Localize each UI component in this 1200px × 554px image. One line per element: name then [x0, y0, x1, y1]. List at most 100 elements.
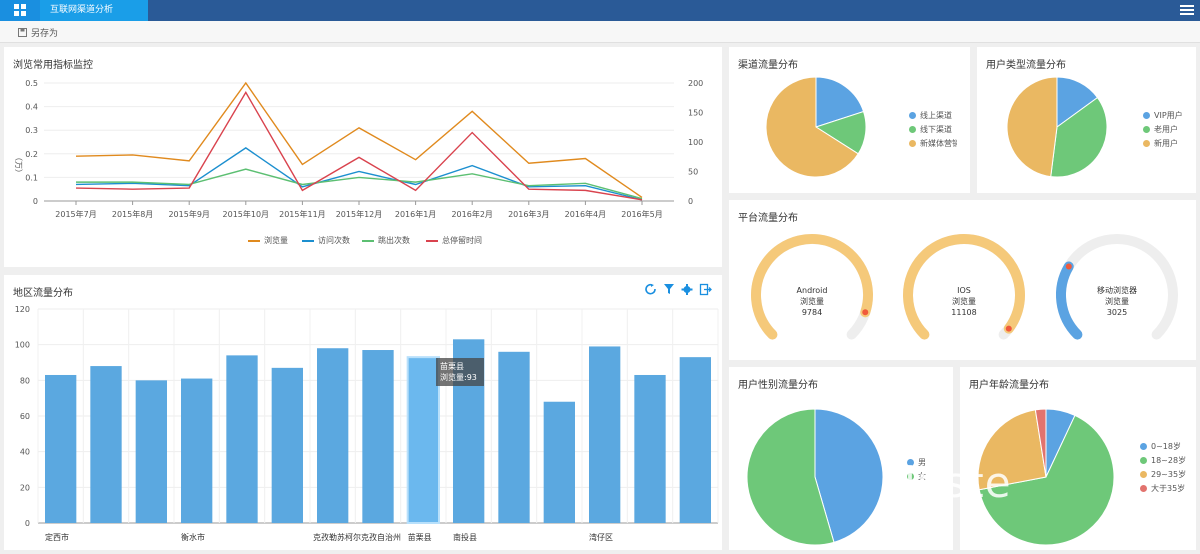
legend-item[interactable]: VIP用户 — [1143, 110, 1183, 121]
legend-dot — [909, 126, 916, 133]
legend-item[interactable]: 访问次数 — [302, 235, 350, 246]
x-tick-label: 2016年1月 — [395, 209, 436, 219]
x-tick-label: 2016年4月 — [565, 209, 606, 219]
legend-dot — [1140, 443, 1147, 450]
legend-label: 新用户 — [1154, 139, 1178, 148]
legend-label: 总停留时间 — [442, 236, 482, 245]
series-line — [75, 147, 643, 201]
legend-dot — [1140, 457, 1147, 464]
tooltip-value: 浏览量:93 — [440, 373, 477, 382]
y-tick-label: 100 — [15, 341, 30, 350]
bar — [589, 346, 621, 523]
legend-item[interactable]: 总停留时间 — [426, 235, 482, 246]
y2-tick-label: 150 — [688, 109, 703, 118]
y-tick-label: 0.1 — [25, 173, 38, 182]
x-tick-label: 2015年11月 — [279, 209, 326, 219]
x-tick-label: 2015年7月 — [55, 209, 96, 219]
bar-tooltip: 苗栗县 浏览量:93 — [436, 358, 484, 386]
hamburger-menu-icon[interactable] — [1180, 4, 1194, 16]
legend-label: VIP用户 — [1154, 111, 1183, 120]
x-tick-label: 2015年9月 — [168, 209, 209, 219]
gauge-name: IOS — [957, 286, 971, 295]
x-tick-label: 定西市 — [45, 532, 69, 542]
bar — [634, 374, 666, 523]
y2-tick-label: 200 — [688, 79, 703, 88]
gauge-label: 浏览量 — [800, 296, 824, 306]
x-tick-label: 2016年3月 — [508, 209, 549, 219]
toolbar: 另存为 — [0, 21, 1200, 43]
tab-channel-analysis[interactable]: 互联网渠道分析 — [40, 0, 148, 21]
legend-dot — [1140, 471, 1147, 478]
y-tick-label: 0 — [25, 519, 30, 528]
bar — [181, 378, 213, 523]
bar — [317, 348, 349, 523]
series-line — [75, 81, 643, 199]
platform-gauge-panel: 平台流量分布 Android 浏览量 9784 IOS 浏览量 11108 移动浏览器 浏览量… — [729, 200, 1196, 360]
x-tick-label: 2015年12月 — [336, 209, 383, 219]
x-tick-label: 南投县 — [453, 532, 477, 542]
bar — [498, 351, 530, 523]
legend-item[interactable]: 0~18岁 — [1140, 441, 1181, 452]
bar — [679, 357, 711, 523]
x-tick-label: 克孜勒苏柯尔克孜自治州 — [313, 532, 401, 542]
legend-dot — [1143, 112, 1150, 119]
line-chart-panel: 浏览常用指标监控 0 0.1 0.2 0.3 0.4 0.5 0 50 100 150 200 （万）… — [4, 47, 722, 267]
legend-label: 新媒体营销 — [920, 139, 957, 148]
gauge-name: 移动浏览器 — [1097, 285, 1137, 295]
legend-label: 18~28岁 — [1151, 456, 1187, 465]
gauge-label: 浏览量 — [1105, 296, 1129, 306]
y2-tick-label: 50 — [688, 168, 698, 177]
channel-pie-panel: 渠道流量分布 线上渠道 线下渠道 新媒体营销 — [729, 47, 970, 193]
legend-item[interactable]: 大于35岁 — [1140, 483, 1185, 494]
gauge-name: Android — [797, 286, 828, 295]
gauge-fill — [1056, 261, 1083, 340]
series-line — [76, 168, 643, 200]
legend-item[interactable]: 老用户 — [1143, 124, 1178, 135]
gauge-value: 3025 — [1107, 308, 1127, 317]
legend-swatch — [426, 239, 438, 242]
y-tick-label: 40 — [20, 448, 30, 457]
legend-item[interactable]: 跳出次数 — [362, 235, 410, 246]
usertype-pie-panel: 用户类型流量分布 VIP用户 老用户 新用户 — [977, 47, 1196, 193]
gauge-value: 9784 — [802, 308, 822, 317]
y-tick-label: 20 — [20, 483, 30, 492]
gauge-value: 11108 — [951, 308, 976, 317]
bar — [226, 355, 258, 523]
legend-dot — [909, 112, 916, 119]
gauge-marker — [1065, 263, 1072, 270]
bar — [543, 401, 575, 523]
top-bar: 互联网渠道分析 — [0, 0, 1200, 21]
legend-dot — [1140, 485, 1147, 492]
legend-label: 线下渠道 — [920, 125, 952, 134]
legend-item[interactable]: 线上渠道 — [909, 110, 952, 121]
y-tick-label: 0.5 — [25, 79, 38, 88]
app-logo-icon[interactable] — [0, 0, 40, 21]
save-as-label: 另存为 — [31, 29, 59, 39]
legend-item[interactable]: 18~28岁 — [1140, 455, 1186, 466]
x-tick-label: 苗栗县 — [408, 533, 432, 542]
gauge-label: 浏览量 — [952, 296, 976, 306]
tooltip-name: 苗栗县 — [440, 362, 464, 371]
legend-swatch — [362, 239, 374, 242]
legend-dot — [1143, 140, 1150, 147]
y-tick-label: 0.2 — [25, 150, 38, 159]
legend-item[interactable]: 29~35岁 — [1140, 469, 1186, 480]
legend-dot — [1143, 126, 1150, 133]
platform-gauges: Android浏览量9784IOS浏览量11108移动浏览器浏览量3025 — [751, 234, 1178, 340]
legend-label: 跳出次数 — [378, 236, 410, 245]
pie-slice — [1006, 76, 1058, 178]
y-tick-label: 80 — [20, 376, 30, 385]
save-as-button[interactable]: 另存为 — [18, 26, 58, 39]
bar — [406, 356, 440, 525]
bar — [135, 380, 167, 523]
legend-item[interactable]: 新用户 — [1143, 138, 1178, 149]
legend-label: 浏览量 — [264, 236, 288, 245]
legend-item[interactable]: 线下渠道 — [909, 124, 952, 135]
legend-label: 大于35岁 — [1151, 484, 1186, 493]
legend-item[interactable]: 新媒体营销 — [909, 138, 957, 149]
legend-label: 0~18岁 — [1151, 442, 1181, 451]
x-tick-label: 2016年5月 — [621, 209, 662, 219]
line-chart: 0 0.1 0.2 0.3 0.4 0.5 0 50 100 150 200 （万） 2015年7月 20… — [14, 79, 703, 219]
legend-item[interactable]: 浏览量 — [248, 235, 288, 246]
legend-label: 老用户 — [1154, 125, 1178, 134]
